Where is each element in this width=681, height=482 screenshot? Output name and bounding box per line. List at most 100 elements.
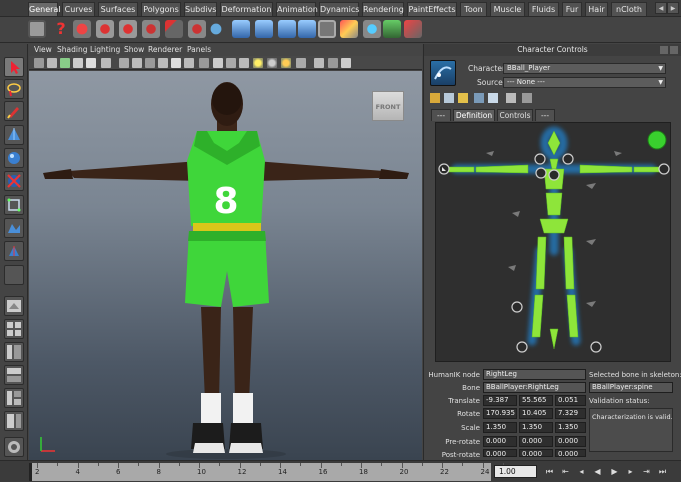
move-tool-icon[interactable]: [4, 125, 24, 145]
left-foot-joint[interactable]: [511, 301, 523, 313]
left-thigh-bone[interactable]: [535, 236, 547, 290]
lasso-tool-icon[interactable]: [4, 79, 24, 99]
perspective-viewport[interactable]: 8 FRONT: [29, 71, 422, 460]
left-toe-joint[interactable]: [516, 341, 528, 353]
menu-panels[interactable]: Panels: [187, 45, 211, 54]
post-rotate-y-field[interactable]: 0.000: [519, 449, 553, 457]
shelf-tab-painteffects[interactable]: PaintEffects: [407, 2, 457, 16]
grease-pencil-icon[interactable]: [101, 58, 111, 68]
shelf-tab-animation[interactable]: Animation: [276, 2, 318, 16]
film-gate-icon[interactable]: [132, 58, 142, 68]
select-camera-icon[interactable]: [34, 58, 44, 68]
joint-icon[interactable]: [278, 20, 296, 38]
step-forward-frame-icon[interactable]: ▸: [625, 466, 636, 477]
hypershade-layout-icon[interactable]: [4, 388, 24, 408]
float-icon[interactable]: [660, 46, 668, 54]
shadows-icon[interactable]: [281, 58, 291, 68]
render-layout-icon[interactable]: [4, 437, 24, 457]
tab-next[interactable]: ---: [535, 109, 555, 121]
time-cursor[interactable]: [29, 463, 32, 481]
wedge-icon[interactable]: [165, 20, 183, 38]
scale-z-field[interactable]: 1.350: [555, 422, 586, 433]
post-rotate-x-field[interactable]: 0.000: [483, 449, 517, 457]
humanik-logo-icon[interactable]: [430, 60, 456, 86]
rotate-z-field[interactable]: 7.329: [555, 408, 586, 419]
step-back-frame-icon[interactable]: ◂: [576, 466, 587, 477]
rotate-y-field[interactable]: 10.405: [519, 408, 553, 419]
spine-joint[interactable]: [548, 169, 560, 181]
paint-icon[interactable]: [340, 20, 358, 38]
pin-rotate-icon[interactable]: [488, 93, 498, 103]
shelf-tab-deformation[interactable]: Deformation: [220, 2, 273, 16]
wireframe-icon[interactable]: [199, 58, 209, 68]
four-view-layout-icon[interactable]: [4, 319, 24, 339]
gate-mask-icon[interactable]: [158, 58, 168, 68]
mirror-icon[interactable]: [506, 93, 516, 103]
go-to-start-icon[interactable]: ⏮: [544, 466, 555, 477]
scroll-left-icon[interactable]: ◀: [655, 2, 667, 14]
cube-icon[interactable]: [232, 20, 250, 38]
menu-shading[interactable]: Shading: [57, 45, 87, 54]
pre-rotate-y-field[interactable]: 0.000: [519, 436, 553, 447]
single-perspective-layout-icon[interactable]: [4, 296, 24, 316]
translate-x-field[interactable]: -9.387: [483, 395, 517, 406]
shelf-tab-surfaces[interactable]: Surfaces: [98, 2, 138, 16]
left-clavicle-joint[interactable]: [535, 167, 547, 179]
cluster-icon[interactable]: [255, 20, 273, 38]
tab-previous[interactable]: ---: [431, 109, 451, 121]
help-icon[interactable]: ?: [52, 20, 70, 38]
wireframe-on-shaded-icon[interactable]: [226, 58, 236, 68]
spine-bone[interactable]: [545, 192, 563, 216]
image-plane-icon[interactable]: [73, 58, 83, 68]
show-manip-icon[interactable]: [4, 241, 24, 261]
ik-handle-icon[interactable]: [298, 20, 316, 38]
shelf-tab-toon[interactable]: Toon: [460, 2, 487, 16]
menu-set-icon[interactable]: [28, 20, 46, 38]
grid-icon[interactable]: [119, 58, 129, 68]
menu-show[interactable]: Show: [124, 45, 144, 54]
scale-x-field[interactable]: 1.350: [483, 422, 517, 433]
scale-tool-icon[interactable]: [4, 171, 24, 191]
shelf-tab-curves[interactable]: Curves: [62, 2, 95, 16]
shelf-tab-dynamics[interactable]: Dynamics: [319, 2, 359, 16]
safe-action-icon[interactable]: [184, 58, 194, 68]
shelf-tab-muscle[interactable]: Muscle: [490, 2, 525, 16]
field-chart-icon[interactable]: [171, 58, 181, 68]
shelf-tab-fur[interactable]: Fur: [562, 2, 582, 16]
time-ruler[interactable]: 2 4 6 8 10 12 14 16 18 20 22 24: [29, 463, 504, 481]
step-back-key-icon[interactable]: ⇤: [560, 466, 571, 477]
menu-lighting[interactable]: Lighting: [90, 45, 120, 54]
shelf-tab-rendering[interactable]: Rendering: [362, 2, 404, 16]
outliner-icon[interactable]: [318, 20, 336, 38]
shelf-tab-general[interactable]: General: [28, 2, 61, 16]
high-quality-icon[interactable]: [328, 58, 338, 68]
right-toe-joint[interactable]: [590, 341, 602, 353]
shelf-tab-polygons[interactable]: Polygons: [141, 2, 181, 16]
source-dropdown[interactable]: --- None --- ▼: [503, 77, 666, 88]
translate-z-field[interactable]: 0.051: [555, 395, 586, 406]
freeze-transform-icon[interactable]: [119, 20, 137, 38]
history-icon[interactable]: [73, 20, 91, 38]
isolate-select-icon[interactable]: [296, 58, 306, 68]
hips-bone[interactable]: [539, 218, 569, 234]
default-lighting-icon[interactable]: [253, 58, 263, 68]
bookmarks-icon[interactable]: [60, 58, 70, 68]
shelf-tab-ncloth[interactable]: nCloth: [611, 2, 647, 16]
shelf-tab-fluids[interactable]: Fluids: [528, 2, 559, 16]
camera-attributes-icon[interactable]: [47, 58, 57, 68]
bone-field[interactable]: BBallPlayer:RightLeg: [483, 382, 586, 393]
pre-rotate-z-field[interactable]: 0.000: [555, 436, 586, 447]
smooth-shade-icon[interactable]: [213, 58, 223, 68]
right-shoulder-joint[interactable]: [562, 153, 574, 165]
step-forward-key-icon[interactable]: ⇥: [641, 466, 652, 477]
reference-bone[interactable]: [549, 328, 559, 350]
shelf-tab-hair[interactable]: Hair: [585, 2, 608, 16]
translate-y-field[interactable]: 55.565: [519, 395, 553, 406]
body-part-icon[interactable]: [430, 93, 440, 103]
go-to-end-icon[interactable]: ⏭: [657, 466, 668, 477]
all-lights-icon[interactable]: [267, 58, 277, 68]
pre-rotate-x-field[interactable]: 0.000: [483, 436, 517, 447]
script-editor-layout-icon[interactable]: [4, 411, 24, 431]
full-body-icon[interactable]: [444, 93, 454, 103]
menu-view[interactable]: View: [34, 45, 52, 54]
